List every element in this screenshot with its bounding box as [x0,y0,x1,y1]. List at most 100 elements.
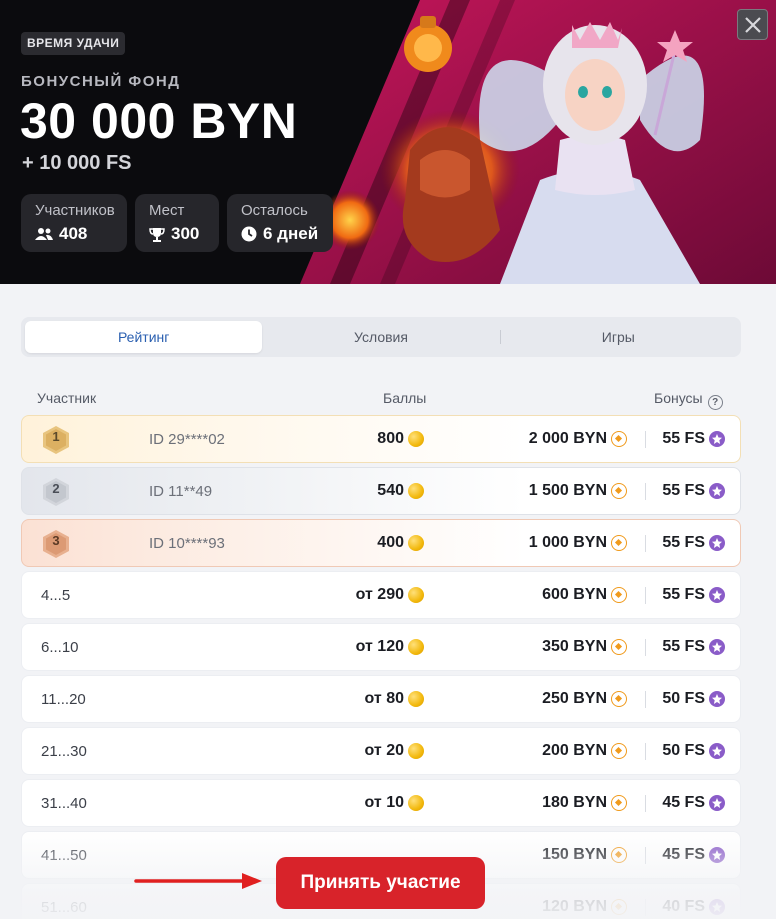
freespin-icon [709,899,725,915]
tab-bar: Рейтинг Условия Игры [21,317,741,357]
prize-cell: 150 BYN [542,846,627,864]
tab-divider [499,330,501,344]
prize-value: 600 BYN [542,586,607,603]
table-row: 31...40 от 10 180 BYN 45 FS [21,779,741,827]
prize-value: 1 500 BYN [528,482,607,499]
prize-pool-amount: 30 000 BYN [20,93,298,149]
freespin-icon [709,483,725,499]
divider [645,743,646,760]
table-row: 6...10 от 120 350 BYN 55 FS [21,623,741,671]
freespin-icon [709,639,725,655]
column-points: Баллы [383,390,427,406]
coin-icon [408,639,424,655]
bonus-icon [611,691,627,707]
coin-icon [408,483,424,499]
tab-rating-label: Рейтинг [117,329,170,345]
place-range: 11...20 [41,691,86,708]
fs-cell: 55 FS [662,430,725,448]
prize-cell: 180 BYN [542,794,627,812]
fs-value: 55 FS [662,534,705,551]
help-icon[interactable]: ? [707,395,723,410]
stat-participants-value: 408 [59,224,88,243]
bonus-icon [611,535,627,551]
stat-remaining-value: 6 дней [263,224,319,243]
place-range: 21...30 [41,743,87,760]
table-row: 21...30 от 20 200 BYN 50 FS [21,727,741,775]
fs-cell: 55 FS [662,534,725,552]
fs-cell: 55 FS [662,638,725,656]
divider [645,795,646,812]
points-value: 800 [377,430,404,447]
users-icon [35,228,53,240]
stat-remaining-value-row: 6 дней [241,224,319,244]
prize-cell: 1 500 BYN [529,482,627,500]
event-badge: ВРЕМЯ УДАЧИ [21,32,126,55]
tab-games[interactable]: Игры [499,321,737,353]
points-cell: от 20 [365,742,424,760]
place-range: 4...5 [41,587,71,604]
table-row: 1 ID 29****02 800 2 000 BYN 55 FS [21,415,741,463]
divider [645,535,646,552]
freespin-icon [709,691,725,707]
close-icon [744,16,761,33]
prize-value: 350 BYN [542,638,607,655]
participant-id: ID 11**49 [149,483,213,500]
close-button[interactable] [737,9,768,40]
prize-value: 120 BYN [542,898,607,915]
bonus-icon [611,639,627,655]
tab-conditions-label: Условия [354,329,408,345]
stat-places-value: 300 [171,224,200,243]
divider [645,847,646,864]
freespin-icon [709,587,725,603]
place-range: 41...50 [41,847,87,864]
stat-places: Мест 300 [135,194,219,252]
stat-places-value-row: 300 [149,224,205,244]
stat-participants-value-row: 408 [35,224,113,244]
divider [645,899,646,916]
bonus-icon [611,587,627,603]
freespin-icon [709,795,725,811]
points-cell: от 10 [365,794,424,812]
fs-value: 50 FS [662,742,705,759]
points-cell: от 290 [356,586,424,604]
points-value: от 80 [364,690,404,707]
column-participant: Участник [37,390,97,406]
hero-banner: ВРЕМЯ УДАЧИ БОНУСНЫЙ ФОНД 30 000 BYN + 1… [0,0,776,284]
freespin-icon [709,847,725,863]
fs-cell: 45 FS [662,794,725,812]
divider [645,691,646,708]
points-cell: от 120 [356,638,424,656]
fs-cell: 50 FS [662,690,725,708]
join-button[interactable]: Принять участие [276,857,485,909]
freespin-icon [709,535,725,551]
table-row: 11...20 от 80 250 BYN 50 FS [21,675,741,723]
column-bonuses: Бонусы? [654,390,723,410]
stat-remaining-label: Осталось [241,202,308,219]
bonus-icon [611,743,627,759]
fs-cell: 45 FS [662,846,725,864]
fs-cell: 40 FS [662,898,725,916]
prize-cell: 600 BYN [542,586,627,604]
prize-value: 250 BYN [542,690,607,707]
prize-cell: 200 BYN [542,742,627,760]
divider [645,431,646,448]
participant-id: ID 10****93 [149,535,225,552]
table-row: 4...5 от 290 600 BYN 55 FS [21,571,741,619]
table-row: 3 ID 10****93 400 1 000 BYN 55 FS [21,519,741,567]
tab-conditions[interactable]: Условия [262,321,499,353]
prize-value: 2 000 BYN [528,430,607,447]
freespin-icon [709,431,725,447]
points-value: 400 [377,534,404,551]
prize-value: 180 BYN [542,794,607,811]
freespin-icon [709,743,725,759]
fs-value: 55 FS [662,430,705,447]
tab-rating[interactable]: Рейтинг [25,321,263,353]
prize-cell: 2 000 BYN [529,430,627,448]
fs-value: 55 FS [662,638,705,655]
prize-value: 150 BYN [542,846,607,863]
bonus-icon [611,899,627,915]
points-value: от 120 [355,638,404,655]
place-number: 2 [52,481,60,496]
stat-participants: Участников 408 [21,194,127,252]
prize-value: 200 BYN [542,742,607,759]
